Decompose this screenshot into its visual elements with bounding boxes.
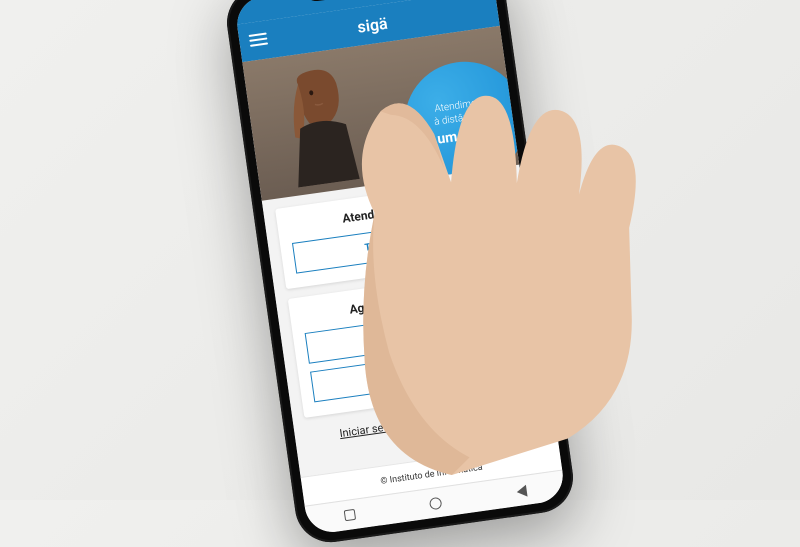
carousel-dot[interactable] (367, 174, 373, 180)
carousel-dot[interactable] (377, 173, 383, 179)
login-suffix: para uma melhor e... (406, 403, 510, 430)
back-button[interactable] (513, 483, 529, 499)
home-button[interactable] (428, 495, 444, 511)
recent-apps-button[interactable] (342, 507, 358, 523)
carousel-dot[interactable] (387, 171, 393, 177)
carousel-dot[interactable] (406, 169, 412, 175)
menu-icon[interactable] (249, 32, 269, 48)
carousel-dot[interactable] (396, 170, 402, 176)
card-agendar: Agendar atendimento POR ASSUNTO POR ENTI… (288, 266, 538, 418)
main-content: Atendimento no dia TIRAR SENHA Agendar a… (262, 165, 558, 477)
hero-person-image (272, 58, 378, 189)
phone-screen: sigä Atendimento à distância de (234, 0, 567, 535)
app-title: sigä (356, 13, 388, 36)
login-link[interactable]: Iniciar sessão (339, 418, 408, 440)
phone-frame: sigä Atendimento à distância de (222, 0, 577, 547)
